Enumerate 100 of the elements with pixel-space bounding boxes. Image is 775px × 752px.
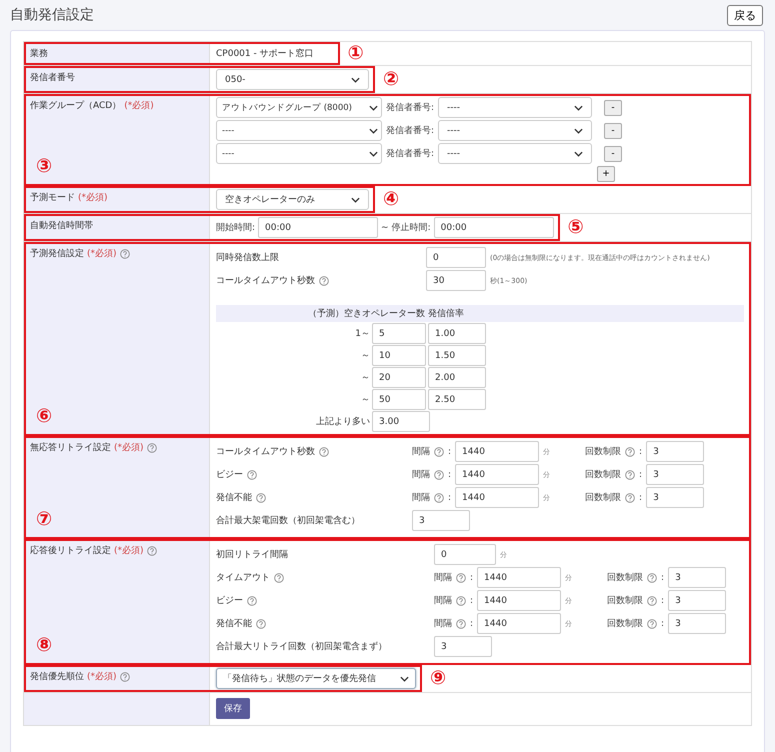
- input-field[interactable]: 1440: [455, 464, 540, 485]
- input-field[interactable]: 1.00: [428, 323, 486, 344]
- input-field[interactable]: 0: [426, 247, 486, 268]
- input-field[interactable]: 10: [372, 345, 426, 366]
- input-field[interactable]: 3.00: [372, 411, 430, 432]
- field-label: 作業グループ（ACD）: [30, 99, 122, 112]
- help-icon[interactable]: [434, 446, 444, 456]
- chevron-icon: [574, 128, 584, 134]
- input-field[interactable]: 1440: [477, 613, 562, 634]
- back-button[interactable]: 戻る: [727, 4, 763, 26]
- help-icon[interactable]: [456, 618, 466, 628]
- remove-button[interactable]: -: [604, 122, 622, 138]
- help-icon[interactable]: [647, 572, 658, 582]
- help-icon[interactable]: [274, 572, 284, 582]
- input-field[interactable]: 5: [372, 323, 426, 344]
- input-field[interactable]: 2.00: [428, 367, 486, 388]
- input-field[interactable]: 1.50: [428, 345, 486, 366]
- field-label: 無応答リトライ設定: [30, 442, 111, 454]
- input-field[interactable]: 3: [646, 487, 704, 508]
- dropdown[interactable]: 空きオペレーターのみ: [216, 189, 369, 210]
- callout-number: ⑤: [568, 218, 584, 237]
- required-mark: (*必須): [114, 442, 144, 454]
- help-icon[interactable]: [319, 446, 329, 456]
- input-field[interactable]: 3: [434, 636, 492, 657]
- field-label: 予測発信設定: [30, 248, 84, 260]
- field-label: 発信者番号:: [386, 148, 434, 160]
- help-icon[interactable]: [434, 492, 444, 502]
- field-label: 間隔: [412, 469, 430, 481]
- help-icon[interactable]: [625, 492, 636, 502]
- help-icon[interactable]: [647, 618, 658, 628]
- required-mark: (*必須): [124, 100, 154, 112]
- help-icon[interactable]: [256, 618, 266, 628]
- field-label: 発信者番号:: [386, 124, 434, 137]
- field-label: 業務: [30, 48, 48, 60]
- save-button[interactable]: 保存: [216, 698, 250, 719]
- input-field[interactable]: 20: [372, 367, 426, 388]
- dropdown[interactable]: アウトバウンドグループ (8000): [216, 97, 382, 118]
- field-label: 回数制限: [607, 618, 644, 630]
- field-label: 回数制限: [585, 492, 622, 504]
- input-field[interactable]: 1440: [477, 567, 562, 588]
- chevron-icon: [369, 150, 378, 156]
- help-icon[interactable]: [247, 470, 257, 480]
- field-value: CP0001 - サポート窓口: [216, 48, 315, 60]
- input-field[interactable]: 00:00: [434, 217, 554, 238]
- colon-text: :: [448, 492, 452, 502]
- help-icon[interactable]: [434, 470, 444, 480]
- help-icon[interactable]: [647, 596, 658, 606]
- chevron-icon: [574, 150, 584, 156]
- field-label: 発信優先順位: [30, 670, 84, 683]
- input-field[interactable]: 50: [372, 389, 426, 410]
- dropdown[interactable]: ----: [438, 97, 592, 118]
- field-label: 発信者番号:: [386, 102, 434, 114]
- help-icon[interactable]: [120, 248, 130, 258]
- field-label: 間隔: [434, 618, 452, 630]
- remove-button[interactable]: -: [604, 146, 622, 162]
- input-field[interactable]: 3: [646, 464, 704, 485]
- help-icon[interactable]: [625, 446, 636, 456]
- help-icon[interactable]: [146, 546, 157, 556]
- input-field[interactable]: 3: [412, 510, 470, 531]
- dropdown[interactable]: ----: [216, 120, 382, 141]
- dropdown[interactable]: ----: [438, 120, 592, 141]
- add-button[interactable]: +: [597, 166, 615, 182]
- field-label: 間隔: [434, 595, 452, 607]
- field-label: 自動発信時間帯: [30, 220, 93, 232]
- dropdown[interactable]: ----: [216, 143, 382, 164]
- help-icon[interactable]: [456, 572, 466, 582]
- input-field[interactable]: 3: [668, 590, 726, 611]
- input-field[interactable]: 30: [426, 270, 486, 291]
- help-icon[interactable]: [625, 470, 636, 480]
- callout-number: ⑥: [36, 407, 52, 429]
- input-field[interactable]: 2.50: [428, 389, 486, 410]
- help-icon[interactable]: [247, 596, 257, 606]
- field-label: ビジー: [216, 468, 243, 481]
- chevron-icon: [400, 676, 409, 682]
- help-icon[interactable]: [120, 672, 130, 682]
- input-field[interactable]: 1440: [455, 441, 540, 462]
- field-label: コールタイムアウト秒数: [216, 274, 315, 287]
- dropdown[interactable]: 「発信待ち」状態のデータを優先発信: [216, 668, 416, 689]
- range-label: 1～: [354, 328, 370, 340]
- field-label: コールタイムアウト秒数: [216, 446, 315, 458]
- help-icon[interactable]: [146, 442, 157, 452]
- input-field[interactable]: 0: [434, 544, 496, 565]
- dropdown[interactable]: ----: [438, 143, 592, 164]
- callout-number: ⑨: [430, 669, 446, 688]
- input-field[interactable]: 3: [668, 613, 726, 634]
- colon-text: :: [639, 446, 642, 456]
- colon-text: :: [639, 470, 642, 480]
- input-field[interactable]: 1440: [477, 590, 562, 611]
- input-field[interactable]: 00:00: [258, 217, 378, 238]
- help-icon[interactable]: [456, 596, 466, 606]
- chevron-icon: [574, 104, 584, 110]
- field-label: 合計最大リトライ回数（初回架電含まず）: [216, 640, 388, 653]
- help-icon[interactable]: [256, 492, 266, 502]
- input-field[interactable]: 3: [668, 567, 726, 588]
- field-label: 発信者番号: [30, 72, 75, 84]
- input-field[interactable]: 3: [646, 441, 704, 462]
- input-field[interactable]: 1440: [455, 487, 540, 508]
- remove-button[interactable]: -: [604, 100, 622, 116]
- dropdown[interactable]: 050-: [216, 69, 369, 90]
- help-icon[interactable]: [319, 276, 329, 286]
